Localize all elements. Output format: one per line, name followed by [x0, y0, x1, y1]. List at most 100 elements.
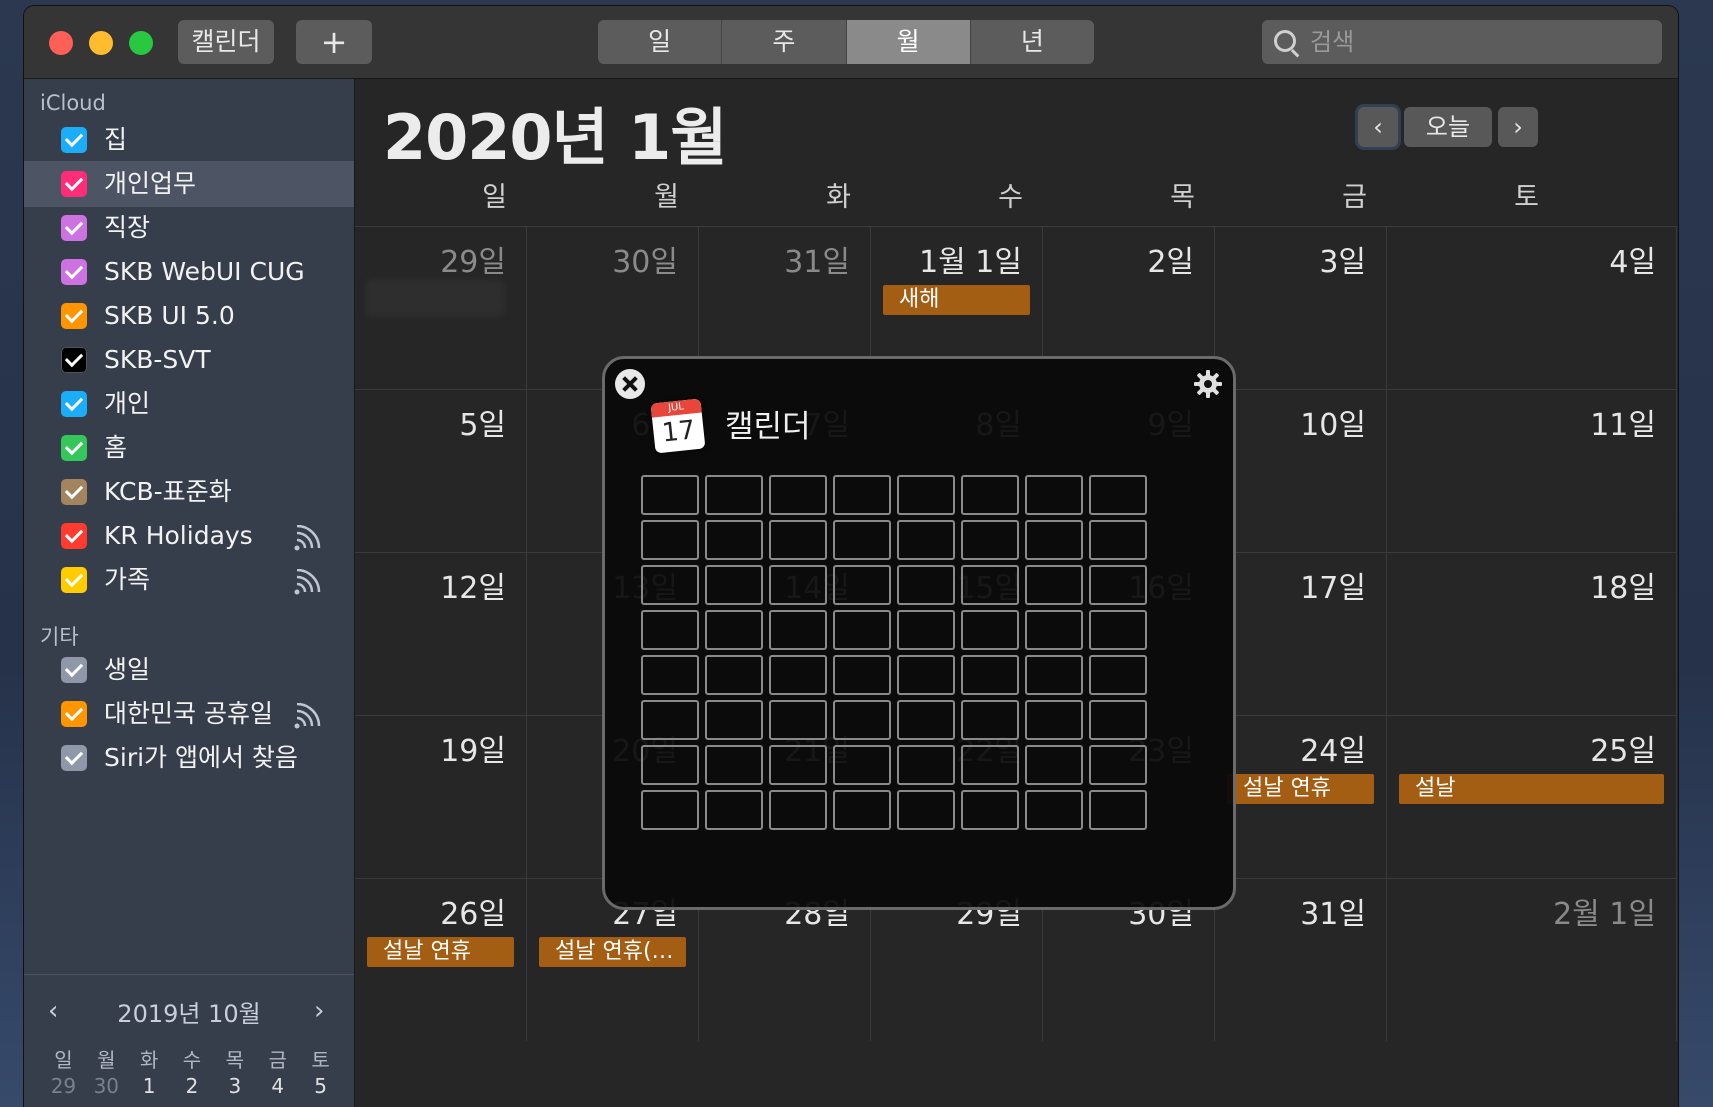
view-day-tab[interactable]: 일: [598, 20, 723, 64]
calendar-item[interactable]: 개인: [24, 381, 354, 427]
calendar-checkbox[interactable]: [61, 435, 87, 461]
mini-date[interactable]: 2: [171, 1074, 214, 1098]
day-cell[interactable]: 4일: [1387, 226, 1677, 389]
calendar-item[interactable]: SKB WebUI CUG: [24, 249, 354, 295]
day-cell[interactable]: 25일 설날: [1387, 715, 1677, 878]
calendar-item[interactable]: 개인업무: [24, 161, 354, 207]
widget-grid-cell: [769, 610, 827, 650]
calendar-event[interactable]: 설날: [1399, 774, 1664, 804]
widget-grid-cell: [833, 655, 891, 695]
calendar-checkbox[interactable]: [61, 745, 87, 771]
section-label-icloud: iCloud: [40, 91, 106, 115]
widget-grid-cell: [1025, 655, 1083, 695]
previous-month-button[interactable]: ‹: [1358, 107, 1398, 147]
day-cell[interactable]: 12일: [355, 552, 527, 715]
calendar-item[interactable]: 가족: [24, 557, 354, 603]
calendar-item[interactable]: SKB-SVT: [24, 337, 354, 383]
calendar-name: SKB WebUI CUG: [104, 257, 305, 286]
weekday-header: 수: [998, 182, 1023, 213]
mini-date[interactable]: 4: [256, 1074, 299, 1098]
day-cell[interactable]: 26일 설날 연휴: [355, 878, 527, 1041]
gear-icon[interactable]: [1193, 369, 1223, 399]
day-cell[interactable]: 19일: [355, 715, 527, 878]
widget-grid-cell: [641, 610, 699, 650]
mini-weekday: 월: [97, 1048, 116, 1072]
calendar-item[interactable]: Siri가 앱에서 찾음: [24, 735, 354, 781]
calendar-item[interactable]: 직장: [24, 205, 354, 251]
day-number: 29일: [440, 245, 506, 280]
widget-grid-cell: [961, 610, 1019, 650]
next-month-button[interactable]: ›: [1498, 107, 1538, 147]
calendar-item[interactable]: SKB UI 5.0: [24, 293, 354, 339]
calendar-checkbox[interactable]: [61, 479, 87, 505]
day-cell[interactable]: 18일: [1387, 552, 1677, 715]
calendar-item[interactable]: 생일: [24, 647, 354, 693]
widget-grid-cell: [705, 520, 763, 560]
subscription-feed-icon: [294, 569, 321, 595]
mini-date[interactable]: 30: [85, 1074, 128, 1098]
mini-date[interactable]: 3: [213, 1074, 256, 1098]
day-number: 30일: [612, 245, 678, 280]
widget-grid-cell: [1089, 655, 1147, 695]
calendar-item[interactable]: 대한민국 공휴일: [24, 691, 354, 737]
calendar-checkbox[interactable]: [61, 347, 87, 373]
widget-grid-cell: [1025, 610, 1083, 650]
calendars-button[interactable]: 캘린더: [178, 20, 274, 64]
day-cell[interactable]: 31일: [1215, 878, 1387, 1041]
day-cell[interactable]: 5일: [355, 389, 527, 552]
calendar-event[interactable]: 설날 연휴: [367, 937, 514, 967]
day-cell[interactable]: 29일: [355, 226, 527, 389]
view-month-tab[interactable]: 월: [846, 20, 971, 64]
mini-date[interactable]: 29: [42, 1074, 85, 1098]
day-number: 11일: [1590, 408, 1656, 443]
calendar-checkbox[interactable]: [61, 567, 87, 593]
close-icon[interactable]: [615, 369, 645, 399]
day-number: 31일: [784, 245, 850, 280]
day-cell[interactable]: 24일 설날 연휴: [1215, 715, 1387, 878]
search-icon: [1274, 30, 1296, 52]
day-cell[interactable]: 2월 1일: [1387, 878, 1677, 1041]
widget-grid-cell: [1025, 700, 1083, 740]
calendar-item[interactable]: KCB-표준화: [24, 469, 354, 515]
day-cell[interactable]: 3일: [1215, 226, 1387, 389]
subscription-feed-icon: [294, 703, 321, 729]
calendar-checkbox[interactable]: [61, 303, 87, 329]
calendar-item[interactable]: 집: [24, 117, 354, 163]
today-button[interactable]: 오늘: [1404, 107, 1492, 147]
mini-next-button[interactable]: ›: [314, 996, 324, 1026]
mini-date[interactable]: 5: [299, 1074, 342, 1098]
day-cell[interactable]: 17일: [1215, 552, 1387, 715]
calendar-item[interactable]: KR Holidays: [24, 513, 354, 559]
widget-grid-cell: [897, 475, 955, 515]
view-segmented-control: 일 주 월 년: [598, 20, 1094, 64]
mini-weekday: 화: [139, 1048, 159, 1072]
calendar-item[interactable]: 홈: [24, 425, 354, 471]
calendar-checkbox[interactable]: [61, 127, 87, 153]
view-week-tab[interactable]: 주: [722, 20, 847, 64]
day-cell[interactable]: 11일: [1387, 389, 1677, 552]
calendar-event[interactable]: 설날 연휴: [1227, 774, 1374, 804]
calendar-checkbox[interactable]: [61, 657, 87, 683]
calendar-checkbox[interactable]: [61, 215, 87, 241]
calendar-checkbox[interactable]: [61, 391, 87, 417]
mini-prev-button[interactable]: ‹: [48, 996, 58, 1026]
mini-date[interactable]: 1: [128, 1074, 171, 1098]
calendar-checkbox[interactable]: [61, 171, 87, 197]
calendar-checkbox[interactable]: [61, 701, 87, 727]
widget-grid-cell: [833, 790, 891, 830]
day-cell[interactable]: 10일: [1215, 389, 1387, 552]
view-year-tab[interactable]: 년: [971, 20, 1094, 64]
zoom-window-button[interactable]: [129, 31, 153, 55]
close-window-button[interactable]: [49, 31, 73, 55]
add-event-button[interactable]: +: [296, 20, 372, 64]
search-input[interactable]: 검색: [1262, 20, 1662, 64]
minimize-window-button[interactable]: [89, 31, 113, 55]
calendar-checkbox[interactable]: [61, 523, 87, 549]
calendar-name: 개인: [104, 389, 151, 418]
calendar-checkbox[interactable]: [61, 259, 87, 285]
calendar-name: KCB-표준화: [104, 477, 232, 506]
calendar-event[interactable]: 설날 연휴(…: [539, 937, 686, 967]
widget-title: 캘린더: [725, 409, 811, 445]
calendar-event[interactable]: 새해: [883, 285, 1030, 315]
widget-grid-cell: [833, 520, 891, 560]
